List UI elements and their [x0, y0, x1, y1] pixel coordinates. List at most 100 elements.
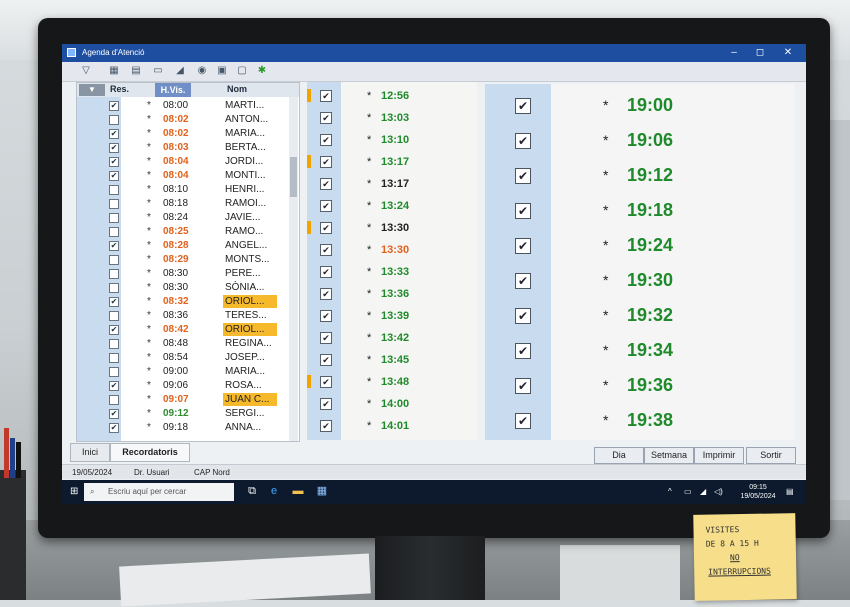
appointment-row[interactable]: * 08:24 JAVIE... — [77, 211, 289, 225]
appointment-row[interactable]: * 08:30 PERE... — [77, 267, 289, 281]
row-checkbox[interactable]: ✔ — [515, 98, 531, 114]
row-checkbox[interactable]: ✔ — [109, 409, 119, 419]
afternoon-row[interactable]: ✔ * 13:17 — [307, 174, 477, 195]
calendar-icon[interactable]: ▦ — [108, 65, 120, 77]
row-checkbox[interactable]: ✔ — [320, 134, 332, 146]
appointment-row[interactable]: * 08:36 TERES... — [77, 309, 289, 323]
document-icon[interactable]: ▭ — [152, 65, 164, 77]
row-checkbox[interactable] — [109, 227, 119, 237]
tab-inici[interactable]: Inici — [70, 443, 110, 462]
row-checkbox[interactable] — [109, 255, 119, 265]
afternoon-row[interactable]: ✔ * 13:10 — [307, 130, 477, 151]
appointment-row[interactable]: * 08:02 ANTON... — [77, 113, 289, 127]
evening-row[interactable]: ✔ * 19:30 — [485, 263, 795, 298]
row-checkbox[interactable]: ✔ — [515, 308, 531, 324]
eye-icon[interactable]: ◉ — [196, 65, 208, 77]
appointment-row[interactable]: ✔ * 09:18 ANNA... — [77, 421, 289, 435]
task-view-icon[interactable]: ⧉ — [246, 485, 258, 498]
row-checkbox[interactable]: ✔ — [109, 423, 119, 433]
tab-recordatoris[interactable]: Recordatoris — [110, 443, 190, 462]
row-checkbox[interactable]: ✔ — [320, 310, 332, 322]
row-checkbox[interactable]: ✔ — [320, 222, 332, 234]
row-checkbox[interactable]: ✔ — [320, 288, 332, 300]
row-checkbox[interactable]: ✔ — [320, 354, 332, 366]
appointment-row[interactable]: * 08:54 JOSEP... — [77, 351, 289, 365]
row-checkbox[interactable]: ✔ — [320, 200, 332, 212]
row-checkbox[interactable] — [109, 395, 119, 405]
tray-network-icon[interactable]: ◢ — [700, 487, 706, 496]
appointment-row[interactable]: * 08:10 HENRI... — [77, 183, 289, 197]
evening-row[interactable]: ✔ * 19:12 — [485, 158, 795, 193]
evening-row[interactable]: ✔ * 19:32 — [485, 298, 795, 333]
row-checkbox[interactable]: ✔ — [109, 297, 119, 307]
row-checkbox[interactable]: ✔ — [320, 420, 332, 432]
copy-icon[interactable]: ▢ — [236, 65, 248, 77]
afternoon-row[interactable]: ✔ * 13:39 — [307, 306, 477, 327]
appointment-row[interactable]: ✔ * 08:04 MONTI... — [77, 169, 289, 183]
appointment-row[interactable]: ✔ * 08:42 ORIOL... — [77, 323, 289, 337]
imprimir-button[interactable]: Imprimir — [694, 447, 744, 464]
row-checkbox[interactable]: ✔ — [109, 143, 119, 153]
afternoon-row[interactable]: ✔ * 13:48 — [307, 372, 477, 393]
row-checkbox[interactable] — [109, 199, 119, 209]
afternoon-row[interactable]: ✔ * 12:56 — [307, 86, 477, 107]
appointment-row[interactable]: * 09:07 JUAN C... — [77, 393, 289, 407]
row-checkbox[interactable]: ✔ — [109, 241, 119, 251]
appointment-row[interactable]: * 09:00 MARIA... — [77, 365, 289, 379]
header-hvis[interactable]: H.Vis. — [155, 83, 191, 97]
evening-row[interactable]: ✔ * 19:34 — [485, 333, 795, 368]
appointment-row[interactable]: * 08:48 REGINA... — [77, 337, 289, 351]
tray-battery-icon[interactable]: ▭ — [684, 487, 692, 496]
filter-icon[interactable]: ▽ — [80, 65, 92, 77]
minimize-button[interactable]: – — [724, 46, 744, 60]
row-checkbox[interactable]: ✔ — [320, 398, 332, 410]
taskbar-clock[interactable]: 09:15 19/05/2024 — [738, 483, 778, 501]
row-checkbox[interactable]: ✔ — [320, 90, 332, 102]
afternoon-row[interactable]: ✔ * 13:45 — [307, 350, 477, 371]
appointment-row[interactable]: ✔ * 08:04 JORDI... — [77, 155, 289, 169]
windows-start-icon[interactable]: ⊞ — [70, 486, 81, 497]
header-res[interactable]: Res. — [110, 84, 129, 94]
appointment-row[interactable]: * 08:18 RAMOI... — [77, 197, 289, 211]
notification-icon[interactable]: ▤ — [786, 487, 794, 496]
row-checkbox[interactable] — [109, 115, 119, 125]
appointment-row[interactable]: ✔ * 08:32 ORIOL... — [77, 295, 289, 309]
row-checkbox[interactable] — [109, 269, 119, 279]
row-checkbox[interactable] — [109, 213, 119, 223]
maximize-button[interactable]: ◻ — [750, 46, 770, 60]
row-checkbox[interactable]: ✔ — [320, 332, 332, 344]
header-nom[interactable]: Nom — [227, 84, 247, 94]
row-checkbox[interactable] — [109, 339, 119, 349]
appointment-row[interactable]: * 08:29 MONTS... — [77, 253, 289, 267]
sortir-button[interactable]: Sortir — [746, 447, 796, 464]
afternoon-row[interactable]: ✔ * 13:03 — [307, 108, 477, 129]
row-checkbox[interactable]: ✔ — [515, 203, 531, 219]
row-checkbox[interactable]: ✔ — [320, 112, 332, 124]
print-icon[interactable]: ▣ — [216, 65, 228, 77]
scrollbar-thumb[interactable] — [290, 157, 297, 197]
tray-chevron-icon[interactable]: ^ — [668, 487, 672, 496]
afternoon-row[interactable]: ✔ * 13:42 — [307, 328, 477, 349]
row-checkbox[interactable]: ✔ — [515, 273, 531, 289]
row-checkbox[interactable]: ✔ — [109, 157, 119, 167]
appointment-row[interactable]: * 08:25 RAMO... — [77, 225, 289, 239]
row-checkbox[interactable]: ✔ — [515, 133, 531, 149]
row-checkbox[interactable]: ✔ — [320, 244, 332, 256]
afternoon-row[interactable]: ✔ * 13:17 — [307, 152, 477, 173]
afternoon-row[interactable]: ✔ * 13:36 — [307, 284, 477, 305]
evening-row[interactable]: ✔ * 19:00 — [485, 88, 795, 123]
row-checkbox[interactable]: ✔ — [320, 266, 332, 278]
evening-row[interactable]: ✔ * 19:24 — [485, 228, 795, 263]
row-checkbox[interactable]: ✔ — [109, 101, 119, 111]
appointment-row[interactable]: ✔ * 09:06 ROSA... — [77, 379, 289, 393]
afternoon-row[interactable]: ✔ * 14:01 — [307, 416, 477, 437]
appointment-row[interactable]: ✔ * 09:12 SERGI... — [77, 407, 289, 421]
app-taskbar-icon[interactable]: ▦ — [316, 485, 328, 498]
evening-row[interactable]: ✔ * 19:38 — [485, 403, 795, 438]
list-scrollbar[interactable] — [289, 97, 298, 441]
evening-row[interactable]: ✔ * 19:06 — [485, 123, 795, 158]
calendar-grid-icon[interactable]: ▤ — [130, 65, 142, 77]
row-checkbox[interactable] — [109, 367, 119, 377]
afternoon-row[interactable]: ✔ * 13:30 — [307, 218, 477, 239]
row-checkbox[interactable]: ✔ — [515, 378, 531, 394]
